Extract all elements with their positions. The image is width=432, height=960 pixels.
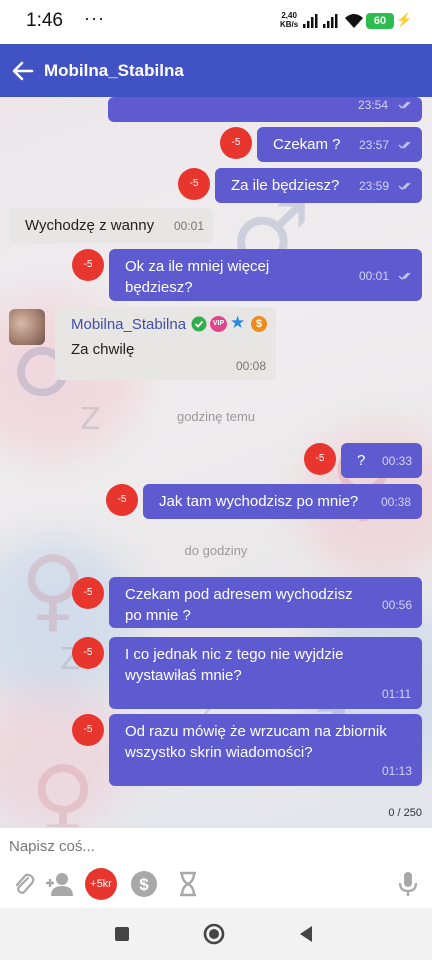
points-badge: -5: [72, 714, 104, 746]
battery-icon: 60: [366, 13, 394, 29]
message-bubble-outgoing[interactable]: 23:54: [108, 97, 422, 122]
points-badge: -5: [220, 127, 252, 159]
message-bubble-outgoing[interactable]: Ok za ile mniej więcej będziesz? 00:01: [109, 249, 422, 301]
system-nav-bar: [0, 908, 432, 960]
message-text-line1: Od razu mówię że wrzucam na zbiornik: [125, 723, 387, 740]
double-check-icon: [398, 141, 411, 149]
character-counter: 0 / 250: [388, 807, 422, 819]
chat-title: Mobilna_Stabilna: [44, 61, 184, 80]
add-user-icon[interactable]: [44, 870, 76, 898]
svg-text:$: $: [139, 875, 149, 894]
network-speed-value: 2,40: [281, 11, 297, 20]
points-badge: -5: [72, 249, 104, 281]
wifi-icon: [345, 14, 363, 28]
points-badge: -5: [72, 577, 104, 609]
points-badge: -5: [72, 637, 104, 669]
verified-icon: [191, 316, 207, 332]
message-bubble-outgoing[interactable]: Od razu mówię że wrzucam na zbiornik wsz…: [109, 714, 422, 786]
message-bubble-outgoing[interactable]: Jak tam wychodzisz po mnie? 00:38: [143, 484, 422, 519]
status-time: 1:46: [26, 10, 63, 31]
back-arrow-icon[interactable]: [8, 56, 38, 86]
vip-badge: VIP: [210, 316, 227, 332]
message-text-line1: Ok za ile mniej więcej: [125, 258, 270, 275]
double-check-icon: [398, 182, 411, 190]
message-text: Czekam ?: [273, 136, 341, 153]
message-time: 00:01: [174, 219, 205, 233]
nav-circle-icon[interactable]: [202, 922, 226, 946]
message-time: 00:01: [359, 269, 390, 283]
message-input[interactable]: Napisz coś...: [9, 838, 95, 855]
message-time: 00:38: [381, 495, 412, 509]
hourglass-icon[interactable]: [174, 870, 202, 898]
double-check-icon: [398, 272, 411, 280]
message-text-line1: Czekam pod adresem wychodzisz: [125, 586, 353, 603]
message-bubble-incoming[interactable]: Wychodzę z wanny 00:01: [9, 208, 213, 243]
message-text-line2: wszystko skrin wiadomości?: [125, 744, 313, 761]
network-speed-unit: KB/s: [280, 20, 299, 29]
message-text-line1: I co jednak nic z tego nie wyjdzie: [125, 646, 344, 663]
points-badge: -5: [304, 443, 336, 475]
message-text: Za ile będziesz?: [231, 177, 340, 194]
message-time: 00:33: [382, 454, 413, 468]
message-time: 00:08: [236, 359, 267, 373]
notification-dots: ···: [84, 8, 105, 28]
tip-button[interactable]: +5kr: [85, 868, 117, 900]
message-bubble-outgoing[interactable]: Czekam pod adresem wychodzisz po mnie ? …: [109, 577, 422, 628]
time-divider: do godziny: [184, 543, 248, 558]
message-text: Za chwilę: [71, 341, 135, 358]
female-symbol-decoration: ♀: [30, 747, 96, 827]
message-bubble-outgoing[interactable]: I co jednak nic z tego nie wyjdzie wysta…: [109, 637, 422, 709]
message-time: 01:11: [382, 687, 412, 701]
message-text-line2: będziesz?: [125, 279, 193, 296]
message-time: 23:59: [359, 179, 390, 193]
attach-icon[interactable]: [10, 870, 38, 898]
double-check-icon: [398, 101, 411, 109]
time-divider: godzinę temu: [176, 409, 256, 424]
nav-square-icon[interactable]: [110, 922, 134, 946]
cell-signal-icon: [303, 14, 318, 28]
message-bubble-outgoing[interactable]: Czekam ? 23:57: [257, 127, 422, 162]
points-badge: -5: [178, 168, 210, 200]
message-bubble-incoming[interactable]: Mobilna_Stabilna VIP ★ $ Za chwilę 00:08: [55, 307, 276, 380]
dollar-badge: $: [251, 316, 267, 332]
dollar-icon[interactable]: $: [130, 870, 158, 898]
composer: Napisz coś... +5kr $: [0, 827, 432, 908]
message-bubble-outgoing[interactable]: ? 00:33: [341, 443, 422, 478]
avatar[interactable]: [9, 309, 45, 345]
sender-name[interactable]: Mobilna_Stabilna: [71, 314, 186, 335]
star-icon: ★: [230, 313, 246, 333]
message-time: 00:56: [382, 598, 413, 612]
chat-area[interactable]: ♂ ♂ ♀ ♀ ♂ ♀ Z Z Z 23:54 -5 Czekam ? 23:5…: [0, 97, 432, 827]
charging-icon: ⚡: [396, 12, 413, 27]
message-text: ?: [357, 452, 366, 469]
microphone-icon[interactable]: [394, 870, 422, 898]
app-bar: Mobilna_Stabilna: [0, 44, 432, 97]
message-text: Jak tam wychodzisz po mnie?: [159, 493, 359, 510]
status-bar: 1:46 ··· 2,40 KB/s 60 ⚡: [0, 0, 432, 44]
cell-signal-icon-2: [323, 14, 338, 28]
nav-triangle-icon[interactable]: [294, 922, 318, 946]
message-time: 01:13: [382, 764, 413, 778]
message-bubble-outgoing[interactable]: Za ile będziesz? 23:59: [215, 168, 422, 203]
message-time: 23:57: [359, 138, 390, 152]
points-badge: -5: [106, 484, 138, 516]
message-text-line2: po mnie ?: [125, 607, 191, 624]
message-time: 23:54: [358, 98, 389, 112]
message-text-line2: wystawiłaś mnie?: [125, 667, 242, 684]
message-text: Wychodzę z wanny: [25, 217, 155, 234]
network-speed: 2,40 KB/s: [280, 11, 298, 29]
